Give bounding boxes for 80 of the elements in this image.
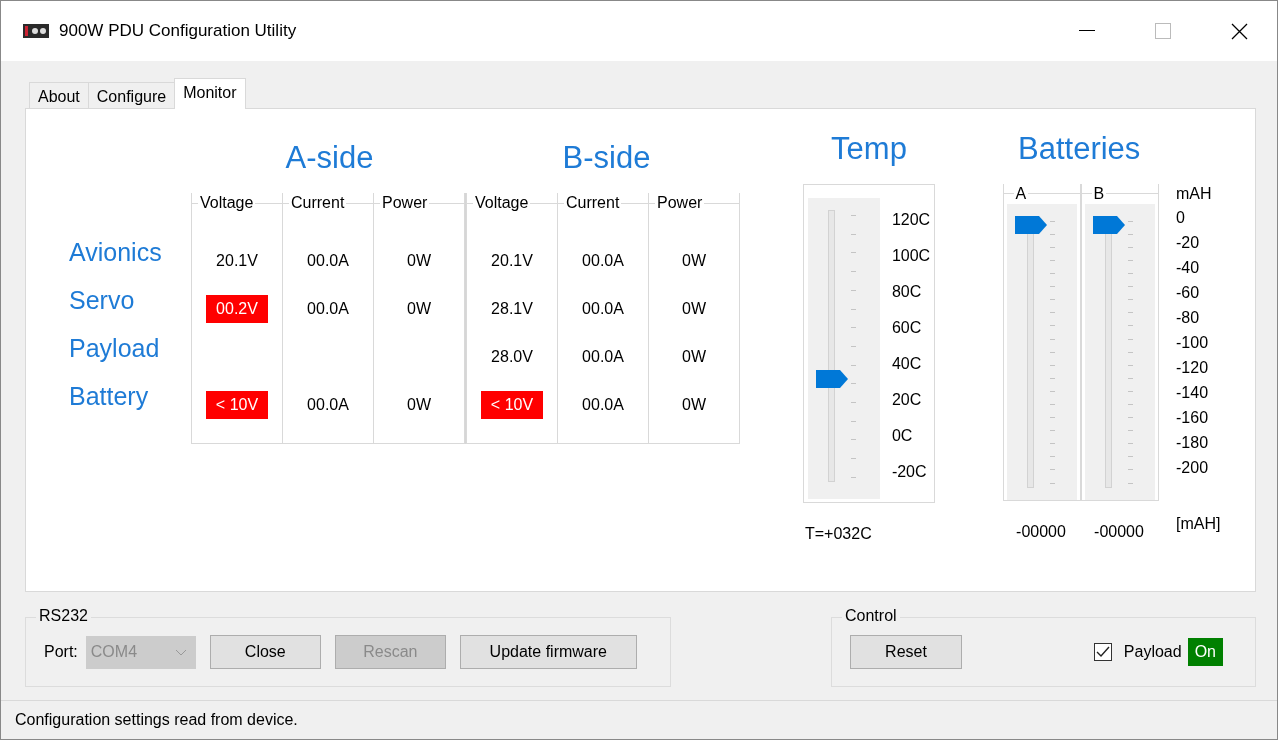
slider-thumb[interactable]	[815, 369, 848, 388]
scale-label: -160	[1176, 408, 1210, 428]
reading-value: 28.0V	[490, 347, 534, 367]
battery-reading: -00000	[1094, 523, 1144, 541]
reading-value: 20.1V	[215, 251, 259, 271]
column-heading: Current	[565, 194, 621, 212]
reading-value: 0W	[406, 299, 432, 319]
unit-label: mAH	[1176, 184, 1213, 204]
scale-label: 100C	[891, 246, 931, 266]
slider-thumb[interactable]	[1092, 215, 1125, 234]
reading-value: 00.0A	[306, 299, 350, 319]
payload-status: On	[1187, 638, 1223, 666]
reading-value: 00.0A	[581, 347, 625, 367]
scale-label: 40C	[891, 354, 923, 374]
scale-label: -140	[1176, 383, 1210, 403]
reading-value: 00.0A	[581, 251, 625, 271]
scale-label: 120C	[891, 210, 931, 230]
batteries-title: Batteries	[1018, 131, 1141, 168]
reading-value: 0W	[681, 251, 707, 271]
scale-label: -180	[1176, 433, 1210, 453]
row-label: Payload	[69, 333, 161, 364]
scale-label: 0	[1176, 208, 1186, 228]
scale-label: 20C	[891, 390, 923, 410]
side-title: B-side	[562, 139, 651, 176]
battery-reading: -00000	[1016, 523, 1066, 541]
column-heading: Current	[290, 194, 346, 212]
scale-label: -200	[1176, 458, 1210, 478]
row-label: Battery	[69, 381, 150, 412]
pack-label: A	[1014, 184, 1028, 203]
column-heading: Power	[381, 194, 429, 212]
reading-value: 00.0A	[306, 395, 350, 415]
action-button[interactable]: Close	[209, 635, 321, 669]
scale-label: -20C	[891, 462, 928, 482]
pack-label: B	[1092, 184, 1106, 203]
reset-button[interactable]: Reset	[850, 635, 962, 669]
reading-value: 0W	[681, 395, 707, 415]
reading-value: < 10V	[480, 391, 544, 419]
minimize-icon	[1079, 30, 1095, 32]
scale-label: -80	[1176, 308, 1201, 328]
reading-value: 28.1V	[490, 299, 534, 319]
column-heading: Voltage	[474, 194, 530, 212]
close-icon	[1230, 22, 1248, 40]
reading-value: 0W	[681, 299, 707, 319]
scale-label: -120	[1176, 358, 1210, 378]
tab[interactable]: Monitor	[174, 78, 246, 109]
scale-label: -40	[1176, 258, 1201, 278]
payload-label: Payload	[1123, 643, 1182, 661]
action-button[interactable]: Update firmware	[459, 635, 637, 669]
slider-thumb[interactable]	[1014, 215, 1047, 234]
reading-value: 00.0A	[581, 395, 625, 415]
chevron-down-icon	[174, 648, 187, 656]
reading-value: 0W	[681, 347, 707, 367]
status-text: Configuration settings read from device.	[15, 710, 298, 729]
reading-value: 20.1V	[490, 251, 534, 271]
scale-label: -100	[1176, 333, 1210, 353]
window-title: 900W PDU Configuration Utility	[59, 21, 298, 41]
temp-reading: T=+032C	[805, 525, 872, 543]
scale-label: 60C	[891, 318, 923, 338]
payload-checkbox[interactable]	[1093, 643, 1112, 661]
temp-title: Temp	[831, 131, 907, 168]
reading-value: < 10V	[205, 391, 269, 419]
reading-value: 0W	[406, 251, 432, 271]
unit-label: [mAH]	[1176, 515, 1221, 533]
scale-label: 80C	[891, 282, 923, 302]
reading-value: 00.2V	[206, 295, 268, 323]
device-icon	[23, 23, 49, 39]
maximize-icon	[1155, 23, 1171, 39]
column-heading: Voltage	[199, 194, 255, 212]
tab[interactable]: About	[29, 82, 89, 109]
scale-label: -60	[1176, 283, 1201, 303]
reading-value: 00.0A	[306, 251, 350, 271]
side-title: A-side	[285, 139, 374, 176]
scale-label: -20	[1176, 233, 1201, 253]
column-heading: Power	[656, 194, 704, 212]
port-label: Port:	[44, 643, 78, 661]
row-label: Servo	[69, 285, 136, 316]
row-label: Avionics	[69, 237, 163, 268]
scale-label: 0C	[891, 426, 914, 446]
reading-value: 00.0A	[581, 299, 625, 319]
reading-value: 0W	[406, 395, 432, 415]
